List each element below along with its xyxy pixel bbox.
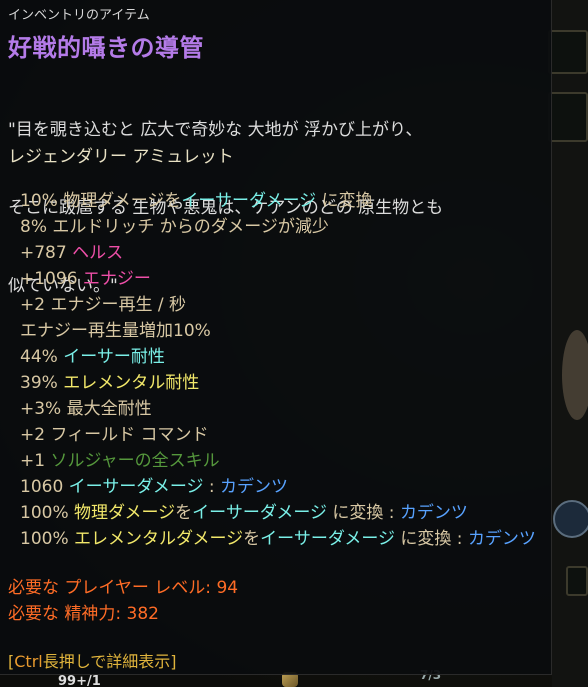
stat-segment: ヘルス <box>72 243 124 263</box>
skill-ring-icon[interactable] <box>553 500 588 538</box>
equipment-slot[interactable] <box>566 566 588 596</box>
stat-segment: 100% <box>20 503 75 523</box>
stat-segment: を <box>243 529 261 549</box>
stat-line: +2 フィールド コマンド <box>20 422 209 448</box>
equipment-slot[interactable] <box>548 92 588 142</box>
level-requirement-value: 94 <box>216 578 239 598</box>
stat-segment: エナジー再生量増加10% <box>20 321 211 341</box>
stat-segment: エレメンタル耐性 <box>63 373 200 393</box>
stat-segment: を <box>164 191 182 211</box>
hint-text: 長押しで詳細表示] <box>42 652 177 671</box>
stat-segment: 100% <box>20 529 75 549</box>
spirit-requirement-label: 必要な 精神力: <box>8 604 127 624</box>
stat-line: 100% エレメンタルダメージをイーサーダメージ に変換 : カデンツ <box>20 526 536 552</box>
spirit-requirement: 必要な 精神力: 382 <box>8 599 159 624</box>
stat-segment: 10% <box>20 191 64 211</box>
stat-line: +3% 最大全耐性 <box>20 396 152 422</box>
item-type: レジェンダリー アミュレット <box>8 147 234 167</box>
stat-line: 8% エルドリッチ からのダメージが減少 <box>20 214 329 240</box>
stat-line: エナジー再生量増加10% <box>20 318 211 344</box>
stat-segment: 物理ダメージ <box>63 191 165 211</box>
character-armor-decoration <box>562 330 588 420</box>
stat-segment: +2 フィールド コマンド <box>20 425 209 445</box>
spirit-requirement-value: 382 <box>126 604 159 624</box>
stat-line: +1096 エナジー <box>20 266 151 292</box>
stat-line: 100% 物理ダメージをイーサーダメージ に変換 : カデンツ <box>20 500 468 526</box>
stat-segment: イーサー耐性 <box>63 347 165 367</box>
level-requirement: 必要な プレイヤー レベル: 94 <box>8 573 238 598</box>
stat-segment: に変換 : <box>326 503 400 523</box>
hint-key: Ctrl <box>14 652 43 671</box>
stack-count: 99+/1 <box>58 674 101 687</box>
stat-line: 39% エレメンタル耐性 <box>20 370 199 396</box>
stat-segment: に変換 : <box>394 529 468 549</box>
stat-segment: +1 <box>20 451 51 471</box>
stat-segment: +1096 <box>20 269 83 289</box>
stat-segment: に変換 <box>316 191 373 211</box>
stat-segment: イーサーダメージ <box>260 529 395 549</box>
stat-segment: エレメンタルダメージ <box>74 529 244 549</box>
stat-segment: イーサーダメージ <box>192 503 327 523</box>
stat-line: 44% イーサー耐性 <box>20 344 165 370</box>
stat-segment: 物理ダメージ <box>74 503 176 523</box>
stat-segment: +2 エナジー再生 / 秒 <box>20 295 186 315</box>
stat-segment: 44% <box>20 347 64 367</box>
stat-segment: カデンツ <box>467 529 536 549</box>
stat-segment: +3% 最大全耐性 <box>20 399 152 419</box>
flavor-line: "目を覗き込むと 広大で奇妙な 大地が 浮かび上がり、 <box>8 120 423 140</box>
stat-line: 10% 物理ダメージをイーサーダメージ に変換 <box>20 188 373 214</box>
stat-segment: ソルジャーの全スキル <box>50 451 220 471</box>
level-requirement-label: 必要な プレイヤー レベル: <box>8 578 217 598</box>
stat-segment: カデンツ <box>399 503 468 523</box>
stat-segment: エナジー <box>82 269 151 289</box>
stat-segment: イーサーダメージ <box>68 477 204 497</box>
details-hint: [Ctrl長押しで詳細表示] <box>8 648 176 672</box>
stat-segment: 39% <box>20 373 64 393</box>
stat-line: +787 ヘルス <box>20 240 123 266</box>
item-name: 好戦的囁きの導管 <box>8 34 204 62</box>
stat-segment: 8% エルドリッチ からのダメージが減少 <box>20 217 329 237</box>
tooltip-header: インベントリのアイテム <box>8 8 150 23</box>
item-tooltip: インベントリのアイテム 好戦的囁きの導管 "目を覗き込むと 広大で奇妙な 大地が… <box>0 0 552 675</box>
stat-segment: 1060 <box>20 477 69 497</box>
stat-line: +1 ソルジャーの全スキル <box>20 448 220 474</box>
stat-segment: +787 <box>20 243 73 263</box>
stat-segment: : <box>203 477 221 497</box>
stat-segment: を <box>175 503 193 523</box>
stat-segment: イーサーダメージ <box>181 191 317 211</box>
stat-segment: カデンツ <box>220 477 289 497</box>
stat-line: +2 エナジー再生 / 秒 <box>20 292 186 318</box>
equipment-slot[interactable] <box>548 30 588 74</box>
stat-line: 1060 イーサーダメージ : カデンツ <box>20 474 288 500</box>
